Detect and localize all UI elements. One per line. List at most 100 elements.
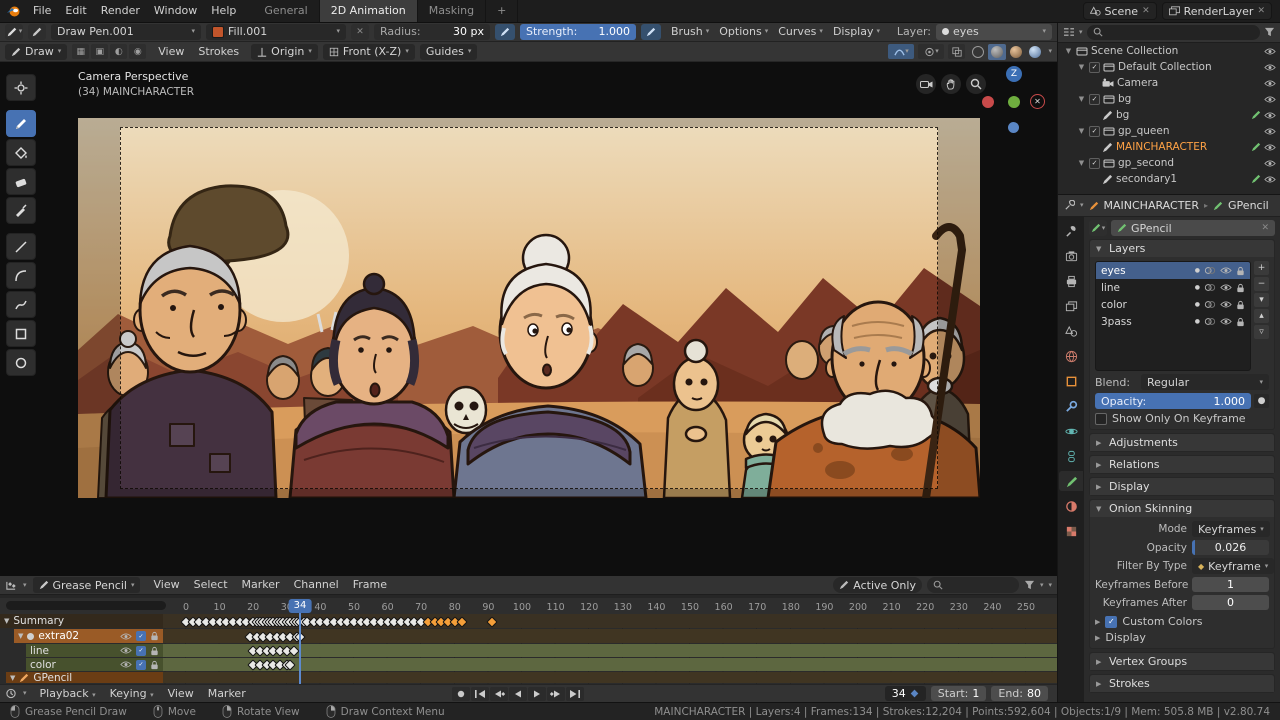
properties-tab-texture[interactable] [1059,521,1083,541]
channel-lane[interactable] [163,672,1057,683]
brush-preview-button[interactable] [28,24,46,40]
disclosure-open-icon[interactable]: ▼ [1077,63,1086,71]
start-frame-field[interactable]: Start: 1 [931,686,987,701]
channel-lock-icon[interactable] [150,660,159,670]
mode-selector[interactable]: Draw ▾ [5,44,67,60]
move-layer-up-button[interactable]: ▴ [1254,309,1269,323]
breadcrumb-data[interactable]: GPencil [1228,199,1269,212]
onion-mode-dropdown[interactable]: Keyframes ▾ [1192,521,1270,537]
shading-wireframe-button[interactable] [969,44,987,60]
viewport-3d[interactable]: Camera Perspective (34) MAINCHARACTER [0,62,1057,576]
onion-filter-dropdown[interactable]: ◆ Keyframe ▾ [1192,558,1274,574]
gpencil-datablock-browse[interactable]: ▾ [1089,220,1107,236]
disclosure-open-icon[interactable]: ▼ [1077,127,1086,135]
lock-icon[interactable] [1236,266,1245,276]
scene-unlink-icon[interactable]: ✕ [1142,6,1150,16]
origin-toggle-icon[interactable]: ◉ [129,44,146,59]
workspace-add-button[interactable]: + [486,0,518,22]
channel-visibility-icon[interactable] [120,646,132,655]
overlays-toggle[interactable]: ▾ [918,44,944,59]
material-selector[interactable]: Fill.001 ▾ [206,24,346,40]
onion-panel-header[interactable]: ▼ Onion Skinning [1090,500,1274,517]
gpencil-layer-3pass[interactable]: 3pass● [1096,313,1250,330]
menu-edit[interactable]: Edit [58,0,93,22]
onion-skin-icon[interactable] [1204,317,1216,326]
guides-selector[interactable]: Guides ▾ [420,44,478,60]
onion-skin-icon[interactable] [1204,300,1216,309]
properties-tab-material[interactable] [1059,496,1083,516]
outliner-item-secondary1[interactable]: secondary1 [1058,171,1280,187]
menu-window[interactable]: Window [147,0,204,22]
menu-file[interactable]: File [26,0,58,22]
channel-expand-icon[interactable]: ▼ [4,617,9,625]
menu-select[interactable]: Select [187,576,235,596]
blender-logo-icon[interactable] [0,5,26,17]
chevron-down-icon[interactable]: ▾ [1040,582,1044,589]
axis-gizmo-minus-z[interactable] [1008,122,1019,133]
scene-selector[interactable]: Scene ✕ [1083,2,1157,20]
active-layer-selector[interactable]: eyes ▾ [936,24,1052,40]
properties-tab-constraints[interactable] [1059,446,1083,466]
subpanel-expand-icon[interactable]: ▶ [1095,634,1100,642]
channel-lock-icon[interactable] [150,631,159,641]
visibility-eye-icon[interactable] [1220,266,1232,275]
menu-channel[interactable]: Channel [287,576,346,596]
collection-checkbox[interactable]: ✓ [1089,62,1100,73]
canvas-artwork[interactable] [78,118,980,498]
mask-dot-icon[interactable]: ● [1195,284,1200,291]
mask-dot-icon[interactable]: ● [1195,301,1200,308]
channel-lane[interactable] [163,629,1057,643]
zoom-view-button[interactable] [966,74,986,94]
menu-curves[interactable]: Curves▾ [773,25,828,38]
outliner-item-gp-queen[interactable]: ▼✓gp_queen [1058,123,1280,139]
onion-opacity-slider[interactable]: 0.026 [1192,540,1269,555]
properties-tab-render[interactable] [1059,246,1083,266]
pan-view-button[interactable] [941,74,961,94]
filter-icon[interactable] [1264,27,1275,37]
menu-display[interactable]: Display▾ [828,25,885,38]
radius-slider[interactable]: Radius: 30 px [374,24,490,40]
gpencil-layer-color[interactable]: color● [1096,296,1250,313]
remove-layer-button[interactable]: − [1254,277,1269,291]
properties-tab-object[interactable] [1059,371,1083,391]
collection-checkbox[interactable]: ✓ [1089,94,1100,105]
collection-checkbox[interactable]: ✓ [1089,126,1100,137]
snap-options-icon[interactable]: ▾ [1048,582,1052,589]
mask-toggle-icon[interactable]: ▣ [91,44,108,59]
channel-expand-icon[interactable]: ▼ [18,632,23,640]
channel-enable-checkbox[interactable]: ✓ [136,631,146,641]
multiframe-toggle-icon[interactable]: ▦ [72,44,89,59]
axis-gizmo-minus-x[interactable]: ✕ [1030,94,1045,109]
view-layer-selector[interactable]: RenderLayer ✕ [1162,2,1272,20]
channel-lane[interactable] [163,658,1057,671]
axis-gizmo-y[interactable] [982,96,994,108]
outliner-item-maincharacter[interactable]: MAINCHARACTER [1058,139,1280,155]
visibility-eye-icon[interactable] [1220,317,1232,326]
xray-toggle[interactable] [948,44,965,59]
visibility-eye-icon[interactable] [1264,79,1276,88]
onion-skin-icon[interactable] [1204,266,1216,275]
disclosure-open-icon[interactable]: ▼ [1077,159,1086,167]
visibility-eye-icon[interactable] [1220,283,1232,292]
tool-line[interactable] [6,233,36,260]
channel-enable-checkbox[interactable]: ✓ [136,660,146,670]
channel-gpencil[interactable]: ▼GPencil [6,672,163,683]
channel-extra02[interactable]: ▼extra02✓ [14,629,163,643]
menu-view[interactable]: View [146,576,186,596]
outliner-item-camera[interactable]: Camera [1058,75,1280,91]
workspace-tab-masking[interactable]: Masking [418,0,486,22]
panel-header-strokes[interactable]: ▶Strokes [1090,675,1274,692]
properties-tab-world[interactable] [1059,346,1083,366]
dopesheet-mode-selector[interactable]: Grease Pencil ▾ [33,577,141,593]
jump-end-button[interactable] [566,687,584,701]
panel-header-vertex-groups[interactable]: ▶Vertex Groups [1090,653,1274,670]
jump-start-button[interactable] [471,687,489,701]
visibility-eye-icon[interactable] [1264,47,1276,56]
channel-summary[interactable]: ▼Summary [0,614,163,628]
channel-visibility-icon[interactable] [120,660,132,669]
gizmos-toggle[interactable]: ▾ [888,44,914,59]
layers-panel-header[interactable]: ▼ Layers [1090,240,1274,257]
channel-enable-checkbox[interactable]: ✓ [136,646,146,656]
channel-lane[interactable] [163,614,1057,628]
menu-marker[interactable]: Marker [235,576,287,596]
